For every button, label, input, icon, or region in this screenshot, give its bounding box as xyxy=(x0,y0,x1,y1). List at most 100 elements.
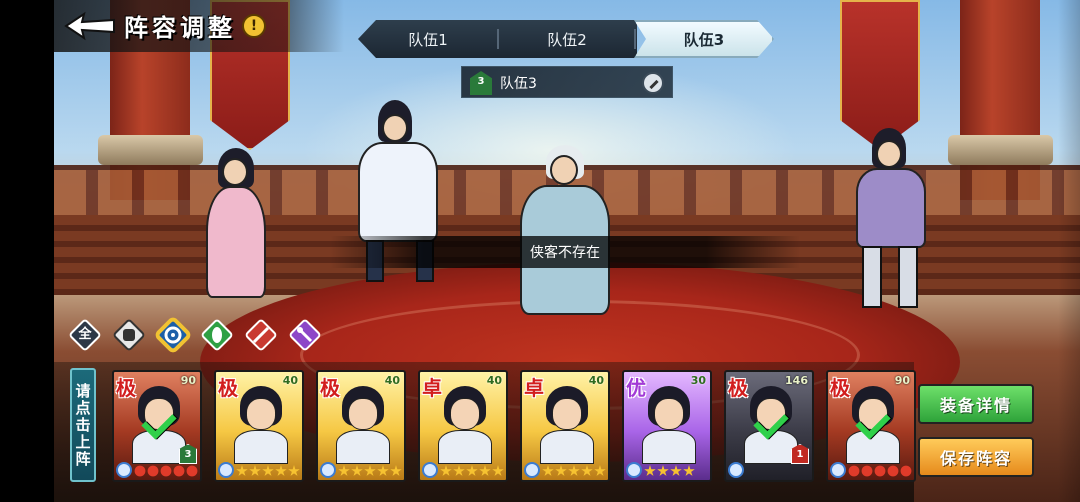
star-icon xyxy=(861,465,873,477)
filter-all-label: 全 xyxy=(78,327,92,342)
star-icon xyxy=(542,465,554,476)
tab-divider xyxy=(497,29,499,49)
hero-card[interactable]: 极 90 3 xyxy=(112,370,202,482)
sword-icon xyxy=(252,326,270,344)
tab-team-1[interactable]: 队伍1 xyxy=(358,20,498,58)
filter-fist[interactable] xyxy=(112,318,146,352)
hero-card[interactable]: 极 146 1 xyxy=(724,370,814,482)
deploy-hint-panel[interactable]: 请点击上阵 xyxy=(70,368,96,482)
star-icon xyxy=(581,465,593,476)
star-icon xyxy=(874,465,886,477)
hero-stars xyxy=(848,465,912,477)
deploy-hint-text: 请点击上阵 xyxy=(73,382,92,468)
star-icon xyxy=(390,465,402,476)
hero-card[interactable]: 极 40 xyxy=(214,370,304,482)
star-icon xyxy=(594,465,606,476)
star-icon xyxy=(644,465,656,476)
star-icon xyxy=(338,465,350,476)
filter-all[interactable]: 全 xyxy=(68,318,102,352)
filter-leaf[interactable] xyxy=(200,318,234,352)
hero-level: 40 xyxy=(588,374,604,387)
team-name: 队伍3 xyxy=(500,76,537,92)
back-button[interactable] xyxy=(62,10,118,42)
hero-rank-label: 优 xyxy=(626,376,646,400)
element-swirl-icon xyxy=(524,462,540,478)
hero-rank-label: 卓 xyxy=(422,376,442,400)
hero-level: 40 xyxy=(486,374,502,387)
star-icon xyxy=(555,465,567,476)
hero-stars xyxy=(236,465,300,477)
pillar-base-left xyxy=(98,135,203,165)
hero-card[interactable]: 极 40 xyxy=(316,370,406,482)
right-screen-edge xyxy=(1058,0,1080,502)
star-icon xyxy=(492,465,504,476)
hero-level: 90 xyxy=(894,374,910,387)
hero-rank-label: 极 xyxy=(320,376,340,400)
star-icon xyxy=(887,465,899,477)
hero-stars xyxy=(542,465,606,477)
star-icon xyxy=(275,465,287,476)
star-icon xyxy=(453,465,465,476)
team-tabs: 队伍1 队伍2 队伍3 xyxy=(358,20,774,58)
filter-swirl[interactable] xyxy=(156,318,190,352)
star-icon xyxy=(236,465,248,476)
hero-card[interactable]: 卓 40 xyxy=(520,370,610,482)
swirl-icon xyxy=(164,326,182,344)
star-icon xyxy=(683,465,695,476)
hero-stars xyxy=(440,465,504,477)
hero-rank-label: 卓 xyxy=(524,376,544,400)
save-lineup-button[interactable]: 保存阵容 xyxy=(918,437,1034,477)
element-swirl-icon xyxy=(830,462,846,478)
back-arrow-icon xyxy=(64,11,115,41)
tab-team-2[interactable]: 队伍2 xyxy=(497,20,637,58)
star-icon xyxy=(466,465,478,476)
hero-level: 40 xyxy=(282,374,298,387)
hero-card[interactable]: 优 30 xyxy=(622,370,712,482)
star-icon xyxy=(134,465,146,477)
hero-portrait xyxy=(332,386,394,464)
staff-icon xyxy=(297,327,313,343)
pillar-base-right xyxy=(948,135,1053,165)
toast-message: 侠客不存在 xyxy=(330,236,800,268)
element-swirl-icon xyxy=(422,462,438,478)
equipment-details-button[interactable]: 装备详情 xyxy=(918,384,1034,424)
page-title: 阵容调整 xyxy=(124,13,236,42)
hero-level: 146 xyxy=(785,374,808,387)
hero-level: 30 xyxy=(690,374,706,387)
leaf-icon xyxy=(212,327,222,343)
team-name-bar: 3 队伍3 xyxy=(461,66,673,98)
star-icon xyxy=(657,465,669,476)
star-icon xyxy=(351,465,363,476)
star-icon xyxy=(900,465,912,477)
star-icon xyxy=(479,465,491,476)
hero-card[interactable]: 卓 40 xyxy=(418,370,508,482)
tab-divider xyxy=(634,29,636,49)
edit-team-name-icon[interactable] xyxy=(642,72,664,94)
star-icon xyxy=(670,465,682,476)
star-icon xyxy=(288,465,300,476)
hero-rank-label: 极 xyxy=(218,376,238,400)
hero-old-master[interactable] xyxy=(490,145,640,320)
element-swirl-icon xyxy=(626,462,642,478)
hero-portrait xyxy=(638,386,700,464)
fist-icon xyxy=(123,329,135,341)
hero-rank-label: 极 xyxy=(728,376,748,400)
star-icon xyxy=(186,465,198,477)
star-icon xyxy=(160,465,172,477)
left-screen-edge xyxy=(0,0,54,502)
hero-stars xyxy=(338,465,402,477)
hero-portrait xyxy=(536,386,598,464)
hero-rank-label: 极 xyxy=(116,376,136,400)
filter-staff[interactable] xyxy=(288,318,322,352)
hero-young-swordsman[interactable] xyxy=(836,128,946,313)
element-swirl-icon xyxy=(116,462,132,478)
hero-lady-pink[interactable] xyxy=(196,148,276,303)
star-icon xyxy=(147,465,159,477)
hero-level: 40 xyxy=(384,374,400,387)
hero-portrait xyxy=(230,386,292,464)
tab-team-3[interactable]: 队伍3 xyxy=(634,20,774,58)
filter-sword[interactable] xyxy=(244,318,278,352)
info-warning-icon[interactable]: ! xyxy=(242,14,266,38)
hero-card[interactable]: 极 90 xyxy=(826,370,916,482)
star-icon xyxy=(364,465,376,476)
